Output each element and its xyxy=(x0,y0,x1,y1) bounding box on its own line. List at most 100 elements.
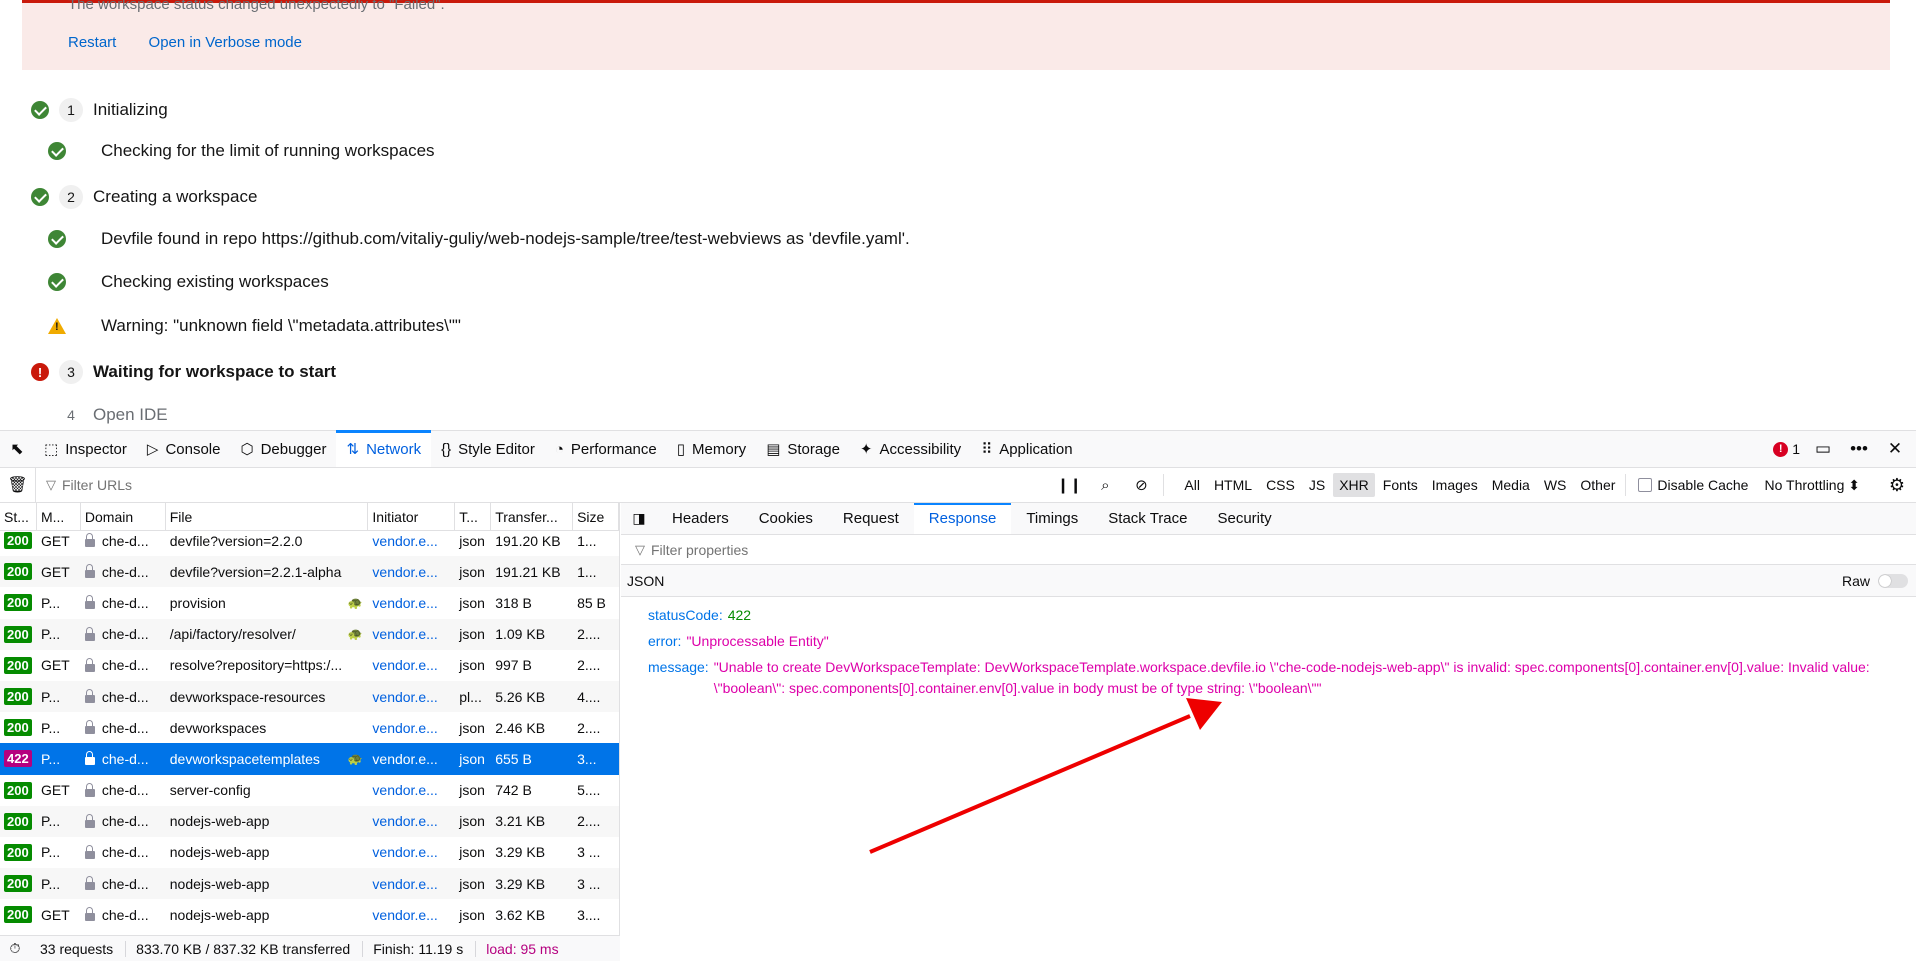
type-cell: json xyxy=(459,594,485,611)
tab-network[interactable]: ⇅ Network xyxy=(336,430,432,467)
table-row[interactable]: 200 GET che-d... resolve?repository=https:/… xyxy=(0,650,619,681)
network-toolbar: 🗑 ▽ Filter URLs ❙❙ ⌕ ⊘ All HTML CSS JS XHR Fo… xyxy=(0,468,1916,503)
tab-memory[interactable]: ▯ Memory xyxy=(667,431,756,467)
tab-response[interactable]: Response xyxy=(913,503,1012,534)
tab-label: Style Editor xyxy=(458,440,535,458)
disable-cache-checkbox[interactable]: Disable Cache xyxy=(1638,477,1748,493)
file-cell: server-config xyxy=(166,782,369,798)
open-verbose-mode-link[interactable]: Open in Verbose mode xyxy=(149,34,302,51)
json-key: error: xyxy=(648,633,682,649)
size-cell: 2.... xyxy=(577,626,601,643)
toggle-sidebar-icon[interactable]: ◨ xyxy=(621,503,657,534)
clear-requests-icon[interactable]: 🗑 xyxy=(0,468,36,502)
filter-type-ws[interactable]: WS xyxy=(1538,473,1573,497)
filter-type-fonts[interactable]: Fonts xyxy=(1377,473,1424,497)
table-row[interactable]: 200 P... che-d... nodejs-web-app vendor.e...… xyxy=(0,837,619,868)
step-label: Checking for the limit of running worksp… xyxy=(101,141,435,160)
method-cell: GET xyxy=(40,657,70,674)
table-row[interactable]: 200 P... che-d... /api/factory/resolver/ 🐢 ve… xyxy=(0,618,619,650)
tab-debugger[interactable]: ⬡ Debugger xyxy=(230,431,336,467)
tab-accessibility[interactable]: ✦ Accessibility xyxy=(850,431,971,467)
status-badge: 200 xyxy=(4,812,32,830)
file-name: devworkspaces xyxy=(169,719,267,736)
filter-type-media[interactable]: Media xyxy=(1486,473,1536,497)
status-cell: 200 xyxy=(0,656,37,674)
filter-type-css[interactable]: CSS xyxy=(1260,473,1301,497)
table-row[interactable]: 200 GET che-d... nodejs-web-app vendor.e... j… xyxy=(0,899,619,930)
json-row-message[interactable]: message: "Unable to create DevWorkspaceT… xyxy=(648,657,1916,699)
file-cell: nodejs-web-app xyxy=(166,844,369,860)
gear-icon[interactable]: ⚙ xyxy=(1882,475,1912,496)
table-row[interactable]: 422 P... che-d... devworkspacetemplates 🐢 ven… xyxy=(0,743,619,775)
table-row[interactable]: 200 P... che-d... nodejs-web-app vendor.e...… xyxy=(0,868,619,900)
lock-icon xyxy=(84,689,95,704)
substep-item: Checking for the limit of running worksp… xyxy=(48,141,435,161)
tab-stack-trace[interactable]: Stack Trace xyxy=(1093,503,1202,534)
tab-application[interactable]: ⠿ Application xyxy=(971,431,1082,467)
search-icon[interactable]: ⌕ xyxy=(1087,477,1123,494)
method-cell: P... xyxy=(40,719,61,736)
domain-cell: che-d... xyxy=(81,595,166,611)
responsive-design-icon[interactable]: ▭ xyxy=(1810,439,1836,459)
file-cell: resolve?repository=https:/... xyxy=(166,657,369,673)
table-row[interactable]: 200 P... che-d... nodejs-web-app vendor.e...… xyxy=(0,805,619,837)
table-row[interactable]: 200 P... che-d... devworkspaces vendor.e... j… xyxy=(0,712,619,743)
tab-style-editor[interactable]: {} Style Editor xyxy=(431,431,545,467)
tab-timings[interactable]: Timings xyxy=(1011,503,1093,534)
table-row[interactable]: 200 GET che-d... devfile?version=2.2.0 vendo… xyxy=(0,525,619,556)
error-count-badge[interactable]: ! 1 xyxy=(1773,441,1800,457)
tab-console[interactable]: ▷ Console xyxy=(137,431,231,467)
file-name: nodejs-web-app xyxy=(169,813,270,830)
filter-type-images[interactable]: Images xyxy=(1426,473,1484,497)
element-picker-icon[interactable]: ⬉ xyxy=(0,431,34,467)
method-cell: GET xyxy=(40,782,70,799)
size-cell: 2.... xyxy=(577,719,601,736)
status-badge: 200 xyxy=(4,656,32,674)
json-value: 422 xyxy=(727,607,752,623)
json-section-header[interactable]: JSON Raw xyxy=(621,565,1916,597)
status-cell: 422 xyxy=(0,750,37,768)
tab-storage[interactable]: ▤ Storage xyxy=(756,431,850,467)
file-name: resolve?repository=https:/... xyxy=(169,657,343,674)
file-name: devfile?version=2.2.0 xyxy=(169,532,303,549)
lock-icon xyxy=(84,626,95,641)
filter-type-all[interactable]: All xyxy=(1178,473,1206,497)
raw-toggle[interactable]: Raw xyxy=(1842,573,1908,589)
tab-label: Accessibility xyxy=(879,440,962,458)
block-icon[interactable]: ⊘ xyxy=(1123,476,1159,494)
check-circle-icon xyxy=(48,230,66,248)
table-row[interactable]: 200 P... che-d... devworkspace-resources ven… xyxy=(0,680,619,713)
file-name: provision xyxy=(169,594,226,611)
filter-type-html[interactable]: HTML xyxy=(1208,473,1258,497)
status-badge: 422 xyxy=(4,750,32,768)
more-options-icon[interactable]: ••• xyxy=(1846,439,1872,459)
filter-urls-input[interactable]: ▽ Filter URLs xyxy=(36,468,1051,502)
tab-request[interactable]: Request xyxy=(828,503,914,534)
restart-link[interactable]: Restart xyxy=(68,34,116,51)
type-cell: json xyxy=(459,657,485,674)
table-row[interactable]: 200 GET che-d... server-config vendor.e... js… xyxy=(0,775,619,806)
tab-inspector[interactable]: ⬚ Inspector xyxy=(34,431,137,467)
tab-security[interactable]: Security xyxy=(1202,503,1286,534)
initiator-cell: vendor.e... xyxy=(372,532,438,549)
throttling-select[interactable]: No Throttling ⬍ xyxy=(1764,477,1882,494)
tab-label: Application xyxy=(999,440,1073,458)
status-cell: 200 xyxy=(0,719,37,737)
filter-type-xhr[interactable]: XHR xyxy=(1333,473,1375,497)
filter-type-js[interactable]: JS xyxy=(1303,473,1331,497)
transferred-cell: 191.20 KB xyxy=(495,532,561,549)
file-cell: nodejs-web-app xyxy=(166,907,369,923)
close-icon[interactable]: ✕ xyxy=(1882,439,1908,459)
pause-icon[interactable]: ❙❙ xyxy=(1051,476,1087,494)
tab-performance[interactable]: ◔ Performance xyxy=(545,431,667,467)
json-row-statuscode[interactable]: statusCode: 422 xyxy=(648,605,1916,626)
tab-cookies[interactable]: Cookies xyxy=(744,503,828,534)
tab-headers[interactable]: Headers xyxy=(657,503,744,534)
initiator-cell: vendor.e... xyxy=(372,719,438,736)
filter-properties-input[interactable]: ▽ Filter properties xyxy=(621,535,1916,565)
json-row-error[interactable]: error: "Unprocessable Entity" xyxy=(648,631,1916,652)
size-cell: 3 ... xyxy=(577,875,601,892)
filter-type-other[interactable]: Other xyxy=(1574,473,1621,497)
table-row[interactable]: 200 P... che-d... provision 🐢 vendor.e... json… xyxy=(0,587,619,618)
table-row[interactable]: 200 GET che-d... devfile?version=2.2.1-alph… xyxy=(0,556,619,588)
